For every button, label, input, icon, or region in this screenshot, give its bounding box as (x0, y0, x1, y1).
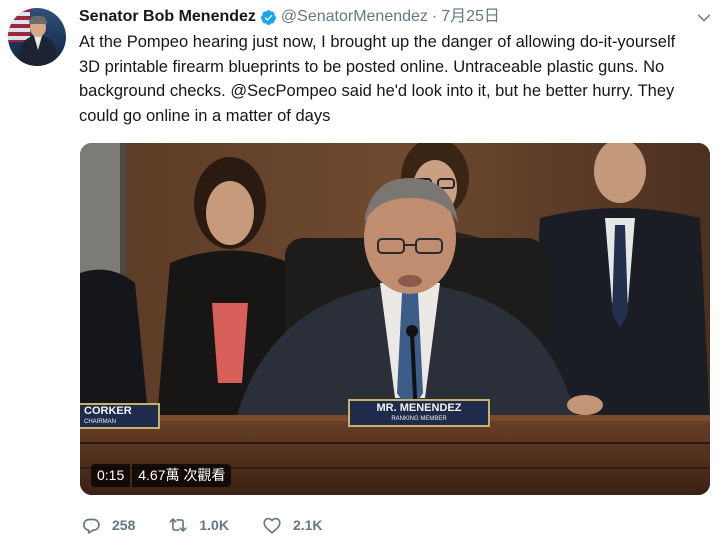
tweet-text: At the Pompeo hearing just now, I brough… (79, 33, 676, 125)
tweet-header: Senator Bob Menendez @SenatorMenendez · … (79, 7, 700, 27)
chevron-down-icon[interactable] (696, 10, 712, 26)
video-views: 4.67萬 次觀看 (132, 464, 232, 487)
nameplate-menendez: MR. MENENDEZ RANKING MEMBER (348, 399, 490, 427)
avatar-flag (8, 8, 30, 42)
author-name[interactable]: Senator Bob Menendez (79, 7, 256, 27)
retweet-count: 1.0K (199, 517, 229, 533)
nameplate-corker: CORKER CHAIRMAN (80, 403, 160, 429)
retweet-button[interactable]: 1.0K (167, 514, 229, 536)
like-button[interactable]: 2.1K (261, 514, 323, 536)
author-avatar[interactable] (8, 8, 66, 66)
tweet-actions: 258 1.0K 2.1K (80, 514, 355, 536)
avatar-hair (29, 16, 47, 24)
like-icon (263, 517, 281, 534)
reply-count: 258 (112, 517, 136, 533)
reply-button[interactable]: 258 (80, 514, 135, 536)
like-count: 2.1K (292, 517, 323, 533)
nameplate-title: RANKING MEMBER (391, 416, 447, 422)
video-frame (80, 143, 710, 495)
video-duration: 0:15 (91, 464, 131, 487)
author-handle[interactable]: @SenatorMenendez (281, 7, 428, 27)
nameplate-left-name: CORKER (84, 405, 132, 417)
nameplate-name: MR. MENENDEZ (376, 402, 462, 414)
header-separator: · (431, 8, 438, 25)
reply-icon (82, 518, 100, 534)
verified-badge-icon (260, 9, 276, 25)
nameplate-left-title: CHAIRMAN (84, 419, 117, 425)
tweet-timestamp[interactable]: 7月25日 (441, 7, 500, 27)
retweet-icon (169, 518, 187, 532)
video-player[interactable]: MR. MENENDEZ RANKING MEMBER CORKER CHAIR… (80, 143, 710, 495)
video-badge: 0:15 4.67萬 次觀看 (91, 464, 232, 487)
